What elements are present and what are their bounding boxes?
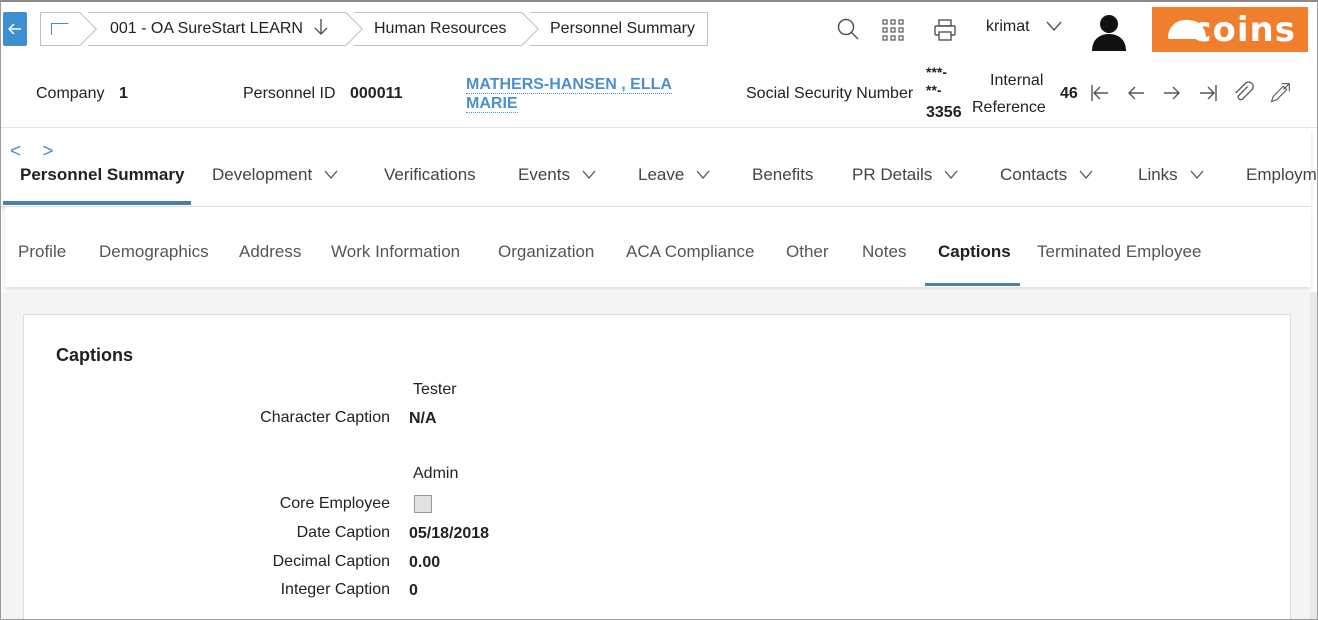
tab-employment[interactable]: Employm (1246, 165, 1317, 185)
panel-title: Captions (56, 345, 134, 365)
tab-work-information[interactable]: Work Information (331, 242, 460, 262)
tab-address[interactable]: Address (239, 242, 301, 262)
employee-name-line2: MARIE (466, 95, 518, 113)
tab-links[interactable]: Links (1138, 165, 1204, 185)
ssn-line3: 3356 (926, 104, 962, 121)
last-record-icon[interactable] (1197, 82, 1219, 104)
avatar[interactable] (1089, 11, 1129, 51)
chevron-down-icon (944, 167, 958, 184)
integer-caption-value: 0 (409, 582, 418, 599)
employee-name-link[interactable]: MATHERS-HANSEN , ELLA MARIE (466, 75, 676, 113)
apps-grid-icon[interactable] (882, 19, 904, 41)
personnel-id-label: Personnel ID (243, 85, 336, 102)
chevron-down-icon (324, 167, 338, 184)
previous-record-icon[interactable] (1125, 82, 1147, 104)
tab-label: Verifications (384, 165, 476, 184)
tab-label: Employm (1246, 165, 1317, 184)
tab-leave[interactable]: Leave (638, 165, 710, 185)
internal-ref-value: 46 (1060, 85, 1078, 102)
character-caption-value: N/A (409, 410, 437, 427)
chevron-down-icon (696, 167, 710, 184)
breadcrumb-home[interactable] (40, 12, 97, 46)
tab-other[interactable]: Other (786, 242, 829, 262)
tab-label: Development (212, 165, 313, 184)
tab-organization[interactable]: Organization (498, 242, 594, 262)
internal-label-line1: Internal (990, 72, 1044, 89)
tab-captions[interactable]: Captions (938, 242, 1011, 262)
active-tab-indicator (3, 201, 191, 205)
chevron-down-icon (1079, 167, 1093, 184)
breadcrumb-company-label: 001 - OA SureStart LEARN (110, 20, 303, 37)
ssn-line1: ***- (926, 64, 948, 80)
integer-caption-label: Integer Caption (280, 581, 390, 598)
tab-label: Links (1138, 165, 1178, 184)
breadcrumb: 001 - OA SureStart LEARN Human Resources… (40, 12, 716, 46)
tab-label: Benefits (752, 165, 814, 184)
active-subtab-indicator (925, 283, 1020, 286)
ssn-line2: **- (926, 82, 942, 98)
tab-development[interactable]: Development (212, 165, 338, 185)
tab-demographics[interactable]: Demographics (99, 242, 209, 262)
vertical-scrollbar[interactable] (1310, 292, 1317, 619)
tab-events[interactable]: Events (518, 165, 596, 185)
first-record-icon[interactable] (1089, 82, 1111, 104)
tab-aca-compliance[interactable]: ACA Compliance (626, 242, 755, 262)
tab-benefits[interactable]: Benefits (752, 165, 813, 185)
character-caption-label: Character Caption (260, 409, 390, 426)
search-icon[interactable] (836, 17, 860, 41)
back-arrow-icon[interactable] (3, 12, 27, 46)
next-record-icon[interactable] (1161, 82, 1183, 104)
coins-logo: coins (1152, 7, 1308, 52)
date-caption-value: 05/18/2018 (409, 525, 490, 542)
tab-label: Events (518, 165, 570, 184)
breadcrumb-human-resources[interactable]: Human Resources (354, 12, 539, 46)
chevron-down-icon (582, 167, 596, 184)
tab-label: Personnel Summary (20, 165, 185, 184)
tab-pr-details[interactable]: PR Details (852, 165, 958, 185)
tab-verifications[interactable]: Verifications (384, 165, 476, 185)
arrow-down-icon[interactable] (313, 18, 329, 41)
breadcrumb-ps-label: Personnel Summary (550, 20, 695, 37)
tab-notes[interactable]: Notes (862, 242, 906, 262)
tab-terminated-employee[interactable]: Terminated Employee (1037, 242, 1201, 262)
group-heading-admin: Admin (413, 465, 459, 482)
decimal-caption-label: Decimal Caption (272, 553, 390, 570)
tab-personnel-summary[interactable]: Personnel Summary (20, 165, 184, 185)
tab-profile[interactable]: Profile (18, 242, 66, 262)
chevron-down-icon (1190, 167, 1204, 184)
secondary-tabs: Profile Demographics Address Work Inform… (5, 207, 1311, 287)
record-nav (1089, 81, 1291, 104)
print-icon[interactable] (933, 18, 957, 42)
record-header: Company 1 Personnel ID 000011 MATHERS-HA… (1, 58, 1317, 128)
app-window: 001 - OA SureStart LEARN Human Resources… (0, 0, 1318, 620)
decimal-caption-value: 0.00 (409, 554, 441, 571)
primary-tabs: < > Personnel Summary Development Verifi… (1, 129, 1317, 206)
tab-label: Contacts (1000, 165, 1068, 184)
tab-contacts[interactable]: Contacts (1000, 165, 1093, 185)
top-bar: 001 - OA SureStart LEARN Human Resources… (1, 2, 1317, 58)
tab-scroll-arrows[interactable]: < > (10, 141, 61, 163)
tab-label: Leave (638, 165, 685, 184)
breadcrumb-hr-label: Human Resources (374, 20, 507, 37)
company-value: 1 (119, 85, 128, 102)
employee-name-line1: MATHERS-HANSEN , ELLA (466, 76, 672, 94)
personnel-id-value: 000011 (350, 85, 403, 102)
company-label: Company (36, 85, 105, 102)
breadcrumb-personnel-summary[interactable]: Personnel Summary (530, 12, 708, 46)
user-name[interactable]: krimat (986, 18, 1030, 36)
breadcrumb-company[interactable]: 001 - OA SureStart LEARN (88, 12, 363, 46)
edit-expand-icon[interactable] (1269, 82, 1291, 104)
core-employee-checkbox[interactable] (414, 495, 432, 513)
ssn-label: Social Security Number (746, 85, 914, 102)
captions-panel: Captions Tester Character Caption N/A Ad… (23, 314, 1291, 619)
chevron-down-icon[interactable] (1045, 16, 1063, 39)
tab-label: PR Details (852, 165, 933, 184)
date-caption-label: Date Caption (296, 524, 390, 541)
logo-text: coins (1191, 9, 1296, 50)
attachment-icon[interactable] (1233, 81, 1255, 104)
group-heading-tester: Tester (413, 381, 457, 398)
internal-label-line2: Reference (972, 99, 1046, 116)
core-employee-label: Core Employee (279, 495, 390, 512)
